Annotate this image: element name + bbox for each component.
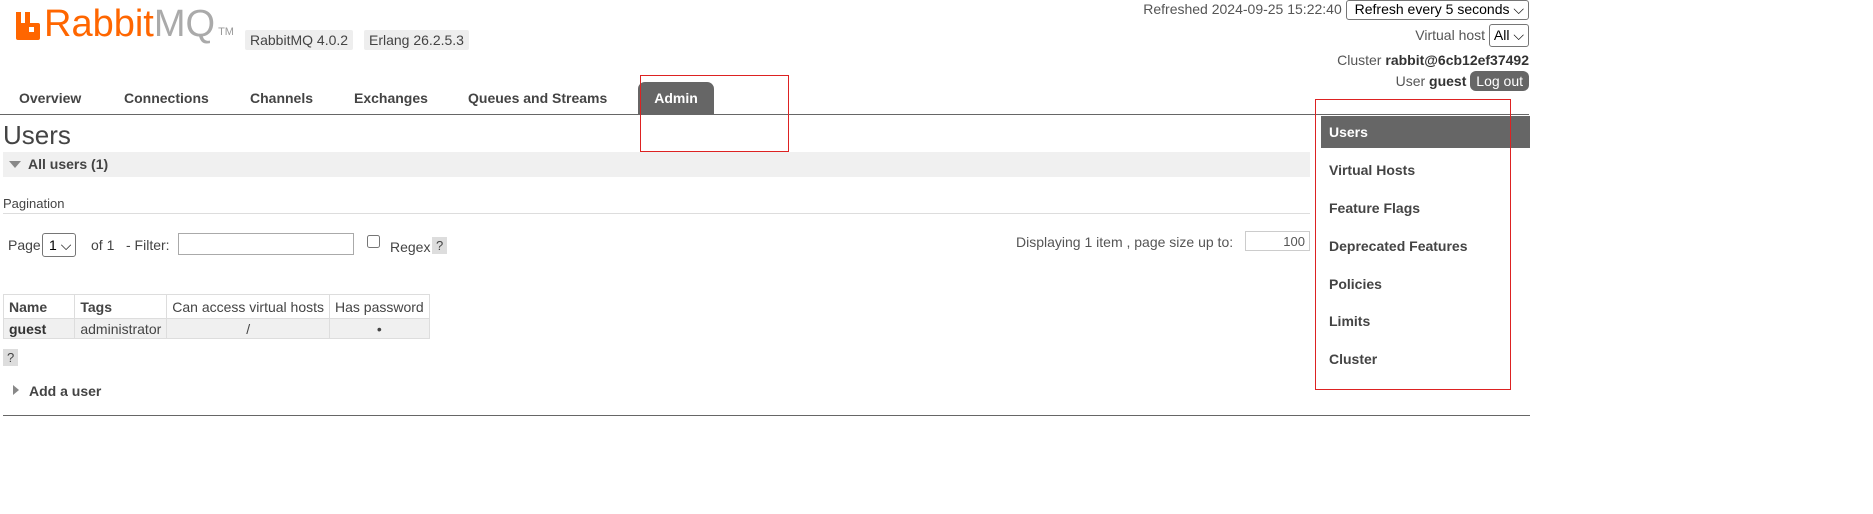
all-users-section-header[interactable]: [3, 152, 1310, 177]
page-size-input[interactable]: [1245, 231, 1310, 251]
refresh-row: Refreshed 2024-09-25 15:22:40 Refresh ev…: [1143, 0, 1529, 20]
vhost-value: All: [1493, 27, 1510, 43]
vhost-select[interactable]: All ⌵: [1488, 24, 1529, 47]
user-vhosts-cell: /: [166, 318, 330, 339]
user-password-cell: •: [329, 318, 430, 339]
rabbitmq-version-badge: RabbitMQ 4.0.2: [245, 30, 354, 50]
page-title: Users: [3, 120, 71, 150]
cluster-row: Cluster rabbit@6cb12ef37492: [1337, 52, 1529, 68]
table-help-button[interactable]: ?: [3, 349, 19, 366]
all-users-section-title[interactable]: All users (1): [28, 156, 108, 172]
vhost-row: Virtual host All ⌵: [1415, 24, 1529, 47]
refreshed-timestamp: Refreshed 2024-09-25 15:22:40: [1143, 1, 1342, 17]
rabbitmq-logo: Rabbit MQ TM: [14, 2, 234, 46]
collapse-triangle-icon: [9, 161, 21, 168]
logo-text-rabbit: Rabbit: [44, 3, 154, 45]
tab-queues-and-streams[interactable]: Queues and Streams: [468, 90, 607, 114]
highlight-box-admin-sidebar: [1315, 99, 1511, 390]
logout-button[interactable]: Log out: [1470, 71, 1529, 91]
regex-help-button[interactable]: ?: [432, 237, 448, 254]
page-select[interactable]: 1 ⌵: [42, 233, 77, 257]
filter-input[interactable]: [178, 233, 354, 255]
chevron-down-icon: ⌵: [60, 237, 72, 253]
erlang-version-badge: Erlang 26.2.5.3: [364, 30, 469, 50]
refresh-interval-value: Refresh every 5 seconds: [1354, 1, 1510, 17]
highlight-box-admin-tab: [640, 75, 789, 152]
add-user-section-title[interactable]: Add a user: [29, 383, 101, 399]
user-name-cell[interactable]: guest: [2, 318, 76, 339]
regex-label: Regex: [390, 239, 431, 255]
logo-trademark: TM: [218, 26, 234, 38]
column-header-name[interactable]: Name: [2, 294, 76, 319]
chevron-down-icon: ⌵: [1513, 27, 1524, 43]
column-header-tags[interactable]: Tags: [74, 294, 168, 319]
users-table: Name Tags Can access virtual hosts Has p…: [2, 294, 430, 339]
cluster-label: Cluster: [1337, 52, 1382, 68]
regex-checkbox[interactable]: [367, 235, 380, 248]
user-label: User: [1395, 73, 1426, 89]
tab-exchanges[interactable]: Exchanges: [354, 90, 428, 114]
logo-text-mq: MQ: [153, 3, 216, 45]
displaying-text: Displaying 1 item , page size up to:: [1016, 234, 1234, 250]
tab-channels[interactable]: Channels: [250, 90, 313, 114]
page-label: Page: [8, 237, 41, 253]
expand-triangle-icon: [13, 385, 19, 395]
user-name: guest: [1429, 73, 1467, 89]
table-row[interactable]: guest administrator / •: [2, 318, 430, 339]
vhost-label: Virtual host: [1415, 27, 1486, 43]
tab-overview[interactable]: Overview: [19, 90, 81, 114]
page-select-value: 1: [49, 237, 57, 253]
user-tags-cell: administrator: [74, 318, 168, 339]
user-row: User guest Log out: [1395, 71, 1529, 91]
pagination-label: Pagination: [3, 196, 65, 211]
page-count: of 1: [91, 237, 115, 253]
column-header-vhosts[interactable]: Can access virtual hosts: [166, 294, 330, 319]
chevron-down-icon: ⌵: [1513, 1, 1524, 17]
filter-label: - Filter:: [126, 237, 170, 253]
column-header-has-password[interactable]: Has password: [329, 294, 430, 319]
rabbitmq-logo-icon: [16, 12, 40, 40]
footer-divider: [3, 415, 1530, 416]
cluster-name: rabbit@6cb12ef37492: [1385, 52, 1529, 68]
refresh-interval-select[interactable]: Refresh every 5 seconds ⌵: [1345, 0, 1529, 20]
users-table-header: Name Tags Can access virtual hosts Has p…: [2, 294, 430, 319]
pagination-divider: [3, 213, 1310, 214]
tab-connections[interactable]: Connections: [124, 90, 209, 114]
